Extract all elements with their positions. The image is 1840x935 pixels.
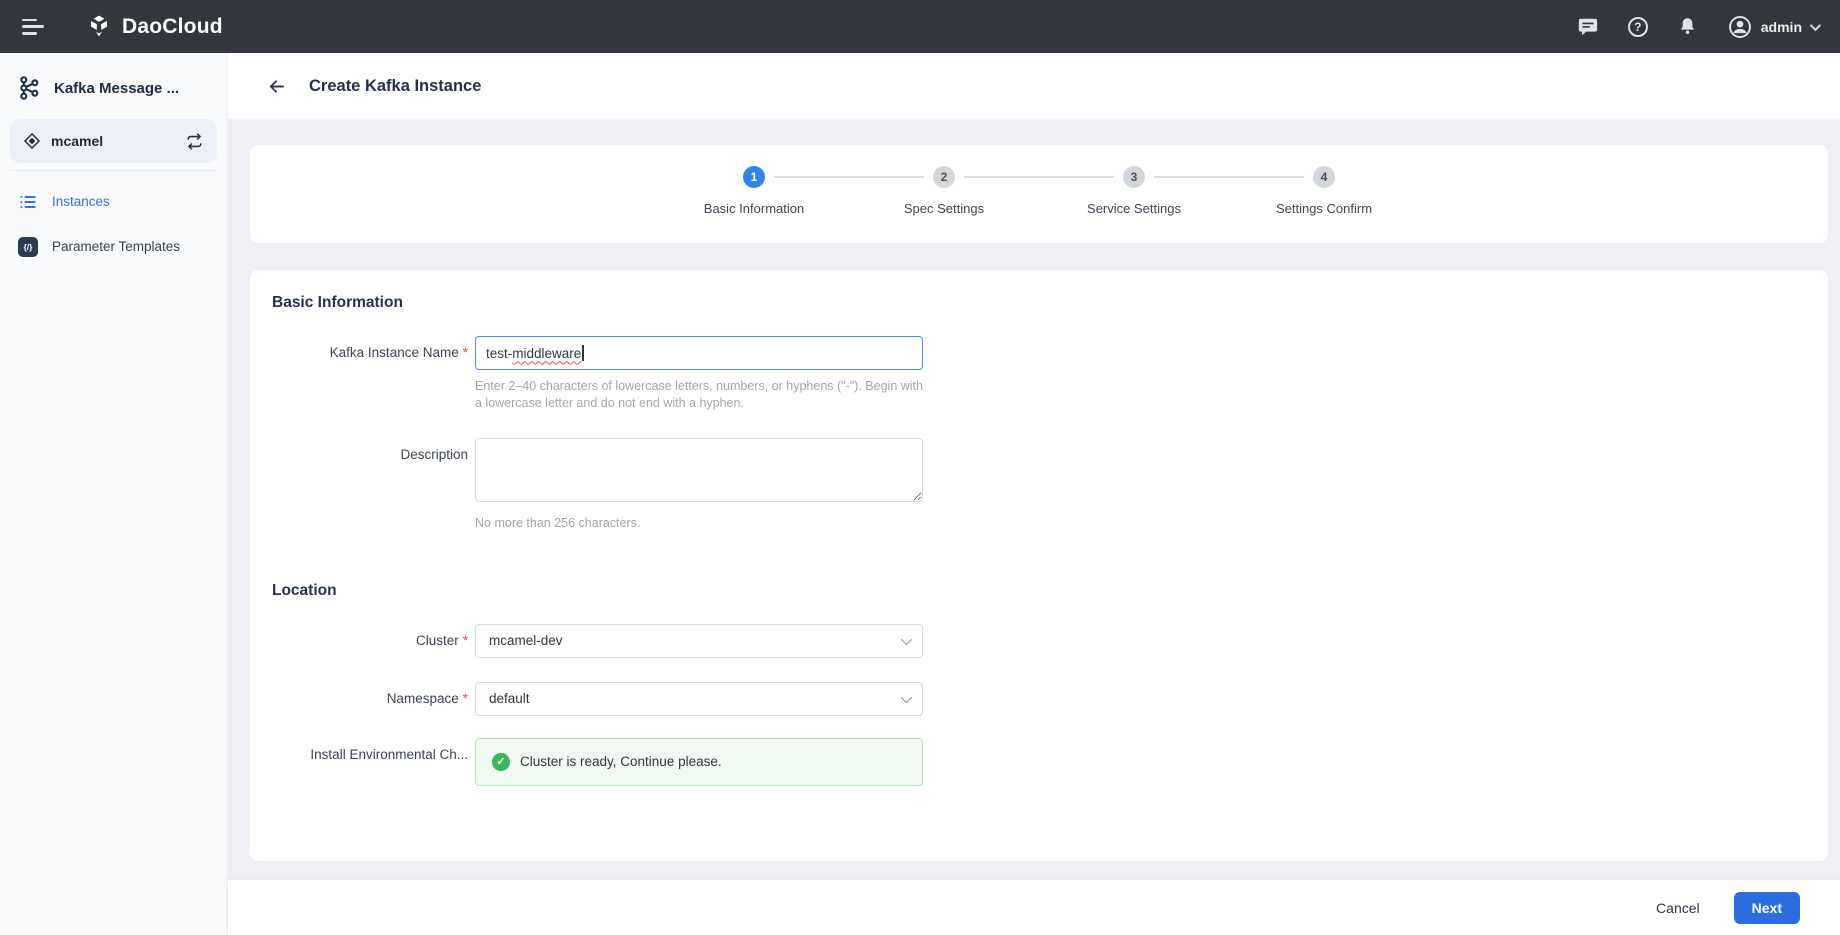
cluster-selected-value: mcamel-dev	[489, 633, 563, 649]
cancel-button[interactable]: Cancel	[1642, 892, 1714, 924]
input-value-spellcheck-flagged: middleware	[512, 345, 582, 361]
kafka-instance-name-row: Kafka Instance Name * test-middleware Ent…	[272, 336, 1798, 412]
cluster-row: Cluster * mcamel-dev	[272, 623, 1798, 658]
required-asterisk: *	[462, 690, 468, 706]
cluster-label: Cluster *	[415, 632, 468, 648]
description-hint: No more than 256 characters.	[475, 515, 641, 530]
sidebar-divider	[10, 170, 217, 171]
help-icon[interactable]: ?	[1627, 16, 1649, 38]
environment-check-label: Install Environmental Ch...	[310, 746, 468, 762]
switch-workspace-icon[interactable]	[185, 132, 204, 151]
page-header: Create Kafka Instance	[228, 53, 1840, 119]
chevron-down-icon	[900, 633, 913, 645]
section-title-basic-information: Basic Information	[272, 294, 403, 311]
step-service-settings: 3 Service Settings	[1039, 166, 1304, 243]
kafka-logo-icon	[16, 75, 42, 101]
step-number: 1	[743, 166, 765, 188]
namespace-label: Namespace *	[386, 690, 468, 706]
workspace-selector[interactable]: mcamel	[10, 119, 217, 163]
chevron-down-icon	[1809, 19, 1822, 31]
description-row: Description No more than 256 characters.	[272, 437, 1798, 532]
kafka-instance-name-label: Kafka Instance Name *	[329, 345, 468, 360]
main-content: 1 Basic Information 2 Spec Settings 3 Se…	[228, 119, 1840, 880]
namespace-selected-value: default	[489, 691, 530, 707]
kafka-instance-name-input[interactable]: test-middleware	[475, 336, 923, 370]
success-check-icon: ✓	[492, 752, 510, 771]
sidebar-item-instances[interactable]: Instances	[0, 179, 227, 224]
workspace-icon	[23, 132, 41, 150]
workspace-name: mcamel	[51, 133, 104, 149]
environment-check-row: Install Environmental Ch... ✓ Cluster is…	[272, 737, 1798, 786]
user-menu[interactable]: admin	[1727, 14, 1822, 40]
required-asterisk: *	[462, 345, 468, 360]
back-arrow-icon[interactable]	[266, 76, 287, 97]
feedback-chat-icon[interactable]	[1577, 16, 1599, 38]
step-label: Service Settings	[1087, 201, 1181, 216]
description-textarea[interactable]	[475, 437, 923, 502]
list-icon	[18, 192, 38, 212]
create-form-card: Basic Information Kafka Instance Name * t…	[250, 270, 1828, 861]
sidebar-app-title: Kafka Message ...	[54, 79, 180, 97]
username: admin	[1760, 18, 1802, 35]
kafka-instance-name-hint: Enter 2–40 characters of lowercase lette…	[475, 379, 923, 410]
cluster-ready-message: Cluster is ready, Continue please.	[520, 754, 722, 770]
step-number: 4	[1313, 166, 1335, 188]
section-title-location: Location	[272, 581, 337, 599]
description-label: Description	[400, 446, 468, 462]
namespace-row: Namespace * default	[272, 681, 1798, 716]
chevron-down-icon	[900, 691, 913, 703]
step-label: Basic Information	[703, 201, 805, 216]
next-button[interactable]: Next	[1733, 891, 1800, 924]
brand[interactable]: DaoCloud	[86, 14, 223, 40]
sidebar-item-parameter-templates[interactable]: {/} Parameter Templates	[0, 224, 227, 269]
step-basic-information: 1 Basic Information	[659, 166, 924, 243]
step-settings-confirm: 4 Settings Confirm	[1229, 166, 1419, 243]
cluster-ready-alert: ✓ Cluster is ready, Continue please.	[475, 737, 923, 786]
parameter-template-icon: {/}	[18, 236, 38, 257]
step-spec-settings: 2 Spec Settings	[849, 166, 1114, 243]
wizard-footer: Cancel Next	[228, 880, 1840, 935]
avatar-icon	[1727, 14, 1753, 40]
sidebar-item-label: Instances	[52, 194, 110, 209]
page-title: Create Kafka Instance	[309, 76, 482, 95]
daocloud-logo-icon	[86, 14, 112, 40]
brand-name: DaoCloud	[122, 14, 223, 38]
step-number: 3	[1123, 166, 1145, 188]
top-navbar: DaoCloud ? admin	[0, 0, 1840, 53]
required-asterisk: *	[462, 632, 468, 648]
help-glyph: ?	[1634, 19, 1642, 34]
sidebar-item-label: Parameter Templates	[52, 239, 181, 254]
menu-toggle-icon[interactable]	[22, 18, 44, 35]
input-value-prefix: test-	[486, 345, 513, 361]
sidebar: Kafka Message ... mcamel Instances {/} P…	[0, 53, 228, 935]
notifications-bell-icon[interactable]	[1677, 16, 1699, 38]
step-label: Spec Settings	[903, 201, 985, 216]
wizard-stepper: 1 Basic Information 2 Spec Settings 3 Se…	[250, 145, 1828, 243]
namespace-select[interactable]: default	[475, 681, 923, 716]
text-caret	[582, 345, 584, 361]
step-number: 2	[933, 166, 955, 188]
cluster-select[interactable]: mcamel-dev	[475, 623, 923, 658]
step-label: Settings Confirm	[1275, 201, 1373, 216]
sidebar-app-header: Kafka Message ...	[0, 53, 227, 119]
